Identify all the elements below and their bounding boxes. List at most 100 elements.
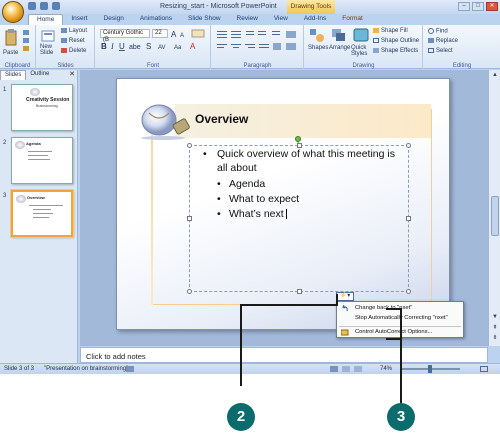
resize-handle[interactable] — [406, 216, 411, 221]
tab-design[interactable]: Design — [96, 14, 132, 25]
tab-slides[interactable]: Slides — [0, 70, 27, 80]
resize-handle[interactable] — [406, 143, 411, 148]
bullet-glyph: • — [217, 178, 221, 190]
quick-styles-icon[interactable] — [353, 28, 369, 42]
shapes-button[interactable]: Shapes — [308, 45, 328, 51]
fit-to-window-icon[interactable] — [480, 366, 488, 372]
slide-title[interactable]: Overview — [195, 112, 248, 126]
previous-slide-icon[interactable]: ⇞ — [491, 324, 499, 331]
quick-styles-button[interactable]: Quick Styles — [351, 45, 371, 57]
minimize-button[interactable]: – — [458, 2, 470, 11]
zoom-slider-knob[interactable] — [428, 365, 432, 373]
shape-outline-button[interactable]: Shape Outline — [373, 38, 419, 44]
thumbnail-number: 2 — [3, 140, 7, 146]
maximize-button[interactable]: □ — [472, 2, 484, 11]
paste-button[interactable] — [4, 28, 20, 46]
replace-icon — [428, 38, 434, 43]
resize-handle[interactable] — [187, 143, 192, 148]
svg-text:A: A — [190, 42, 196, 51]
quick-access-toolbar — [28, 2, 60, 10]
callout-number: 2 — [227, 403, 255, 431]
scroll-up-icon[interactable]: ▲ — [491, 72, 499, 78]
shapes-icon[interactable] — [309, 28, 325, 42]
clipboard-group: Paste Clipboard — [0, 25, 36, 69]
decorative-line — [151, 135, 153, 305]
tab-slide-show[interactable]: Slide Show — [180, 14, 229, 25]
delete-button[interactable]: Delete — [61, 48, 86, 54]
tab-add-ins[interactable]: Add-Ins — [296, 14, 334, 25]
layout-button[interactable]: Layout — [61, 28, 87, 34]
zoom-level[interactable]: 74% — [380, 366, 392, 372]
layout-icon — [61, 28, 67, 33]
autocorrect-options-button[interactable]: ⚡▾ — [336, 292, 354, 301]
tab-view[interactable]: View — [266, 14, 296, 25]
tab-animations[interactable]: Animations — [132, 14, 180, 25]
close-button[interactable]: ✕ — [486, 2, 498, 11]
find-button[interactable]: Find — [428, 28, 448, 35]
replace-label: Replace — [436, 38, 459, 45]
lightbulb-icon — [15, 141, 25, 149]
tab-outline[interactable]: Outline — [26, 70, 53, 80]
paragraph-format-icons[interactable] — [216, 29, 300, 53]
arrange-icon[interactable] — [331, 28, 347, 42]
bullet-text: What’s next — [229, 208, 287, 222]
callout-leader — [400, 308, 402, 403]
paste-icon — [5, 29, 17, 46]
resize-handle[interactable] — [187, 216, 192, 221]
lightbulb-icon — [16, 195, 26, 203]
find-icon — [428, 28, 434, 34]
shape-outline-icon — [373, 38, 379, 43]
tab-review[interactable]: Review — [229, 14, 266, 25]
scrollbar-thumb[interactable] — [491, 196, 499, 236]
vertical-scrollbar[interactable]: ▲ ▼ ⇞ ⇟ — [488, 70, 500, 346]
resize-handle[interactable] — [187, 289, 192, 294]
autocorrect-options-icon — [341, 329, 349, 336]
notes-pane[interactable]: Click to add notes — [80, 347, 488, 363]
reset-button[interactable]: Reset — [61, 38, 85, 44]
rotation-handle[interactable] — [295, 136, 301, 142]
next-slide-icon[interactable]: ⇟ — [491, 334, 499, 341]
ribbon: Paste Clipboard New Slide Layout Reset D… — [0, 25, 500, 69]
font-size-field[interactable]: 22 — [152, 29, 168, 38]
arrange-button[interactable]: Arrange — [329, 45, 350, 51]
tab-insert[interactable]: Insert — [63, 14, 95, 25]
tab-format[interactable]: Format — [334, 14, 371, 25]
bullet-text: What to expect — [229, 193, 300, 205]
shape-fill-button[interactable]: Shape Fill — [373, 28, 408, 34]
slide-thumbnail-pane: Slides Outline ✕ 1 Creativity Session Br… — [0, 70, 78, 363]
pane-close-icon[interactable]: ✕ — [69, 70, 75, 78]
normal-view-icon[interactable] — [330, 366, 338, 372]
office-button[interactable] — [2, 1, 24, 23]
slide-thumbnail-3[interactable]: Overview — [10, 189, 74, 238]
cut-copy-format-icons[interactable] — [22, 29, 31, 53]
shape-effects-button[interactable]: Shape Effects — [373, 48, 418, 54]
select-button[interactable]: Select — [428, 48, 453, 54]
spelling-icon[interactable] — [126, 366, 134, 372]
save-icon[interactable] — [28, 2, 36, 10]
theme-name: "Presentation on brainstorming" — [44, 366, 129, 372]
slide-thumbnail-1[interactable]: Creativity Session Brainstorming — [11, 84, 73, 131]
font-size-grow-shrink-icons[interactable]: AA — [170, 29, 208, 38]
new-slide-button[interactable]: New Slide — [40, 44, 60, 56]
new-slide-icon[interactable] — [41, 29, 55, 43]
slide-sorter-icon[interactable] — [342, 366, 350, 372]
replace-button[interactable]: Replace — [428, 38, 458, 44]
scroll-down-icon[interactable]: ▼ — [491, 314, 499, 320]
resize-handle[interactable] — [406, 289, 411, 294]
paragraph-group-label: Paragraph — [243, 63, 272, 69]
slide-show-icon[interactable] — [354, 366, 362, 372]
menu-item-control-autocorrect[interactable]: Control AutoCorrect Options... — [355, 329, 432, 335]
thumbnail-text-line — [33, 213, 53, 214]
shape-effects-icon — [373, 48, 379, 53]
resize-handle[interactable] — [297, 289, 302, 294]
slide-thumbnail-2[interactable]: Agenda — [11, 137, 73, 184]
callout-leader — [336, 294, 338, 306]
font-name-field[interactable]: Century Gothic (B — [100, 29, 150, 43]
reset-label: Reset — [69, 38, 85, 45]
font-format-icons[interactable]: B I Uabe S AV Aa A — [100, 41, 206, 51]
tab-home[interactable]: Home — [28, 14, 64, 25]
menu-item-change-back[interactable]: Change back to "nxet" — [355, 305, 412, 311]
undo-icon[interactable] — [40, 2, 48, 10]
bullet-text: Agenda — [229, 178, 266, 190]
redo-icon[interactable] — [52, 2, 60, 10]
